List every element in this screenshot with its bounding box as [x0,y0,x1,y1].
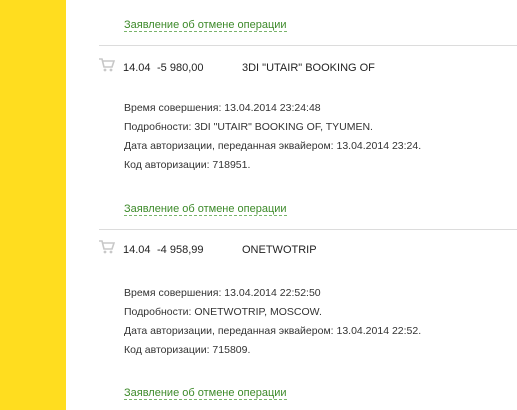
sidebar-yellow-bar [0,0,66,410]
shopping-cart-icon [99,58,115,72]
dispute-operation-link[interactable]: Заявление об отмене операции [124,203,287,216]
transaction-amount: -4 958,99 [157,244,204,256]
dispute-operation-link[interactable]: Заявление об отмене операции [124,19,287,32]
divider [99,229,517,230]
transaction-merchant: ONETWOTRIP [242,244,317,256]
dispute-operation-link[interactable]: Заявление об отмене операции [124,387,287,400]
transaction-details: Подробности: 3DI "UTAIR" BOOKING OF, TYU… [124,121,373,133]
transaction-merchant: 3DI "UTAIR" BOOKING OF [242,62,375,74]
transaction-time: Время совершения: 13.04.2014 22:52:50 [124,287,321,299]
shopping-cart-icon [99,240,115,254]
transaction-date: 14.04 [123,62,151,74]
transactions-list: Заявление об отмене операции 14.04 -5 98… [66,0,517,410]
authorization-code: Код авторизации: 718951. [124,159,251,171]
transaction-row[interactable]: 14.04 -4 958,99 ONETWOTRIP [123,244,517,258]
transaction-row[interactable]: 14.04 -5 980,00 3DI "UTAIR" BOOKING OF [123,62,517,76]
divider [99,45,517,46]
transaction-date: 14.04 [123,244,151,256]
authorization-date: Дата авторизации, переданная эквайером: … [124,325,422,337]
authorization-code: Код авторизации: 715809. [124,344,251,356]
transaction-amount: -5 980,00 [157,62,204,74]
authorization-date: Дата авторизации, переданная эквайером: … [124,140,422,152]
transaction-details: Подробности: ONETWOTRIP, MOSCOW. [124,306,322,318]
transaction-time: Время совершения: 13.04.2014 23:24:48 [124,102,321,114]
